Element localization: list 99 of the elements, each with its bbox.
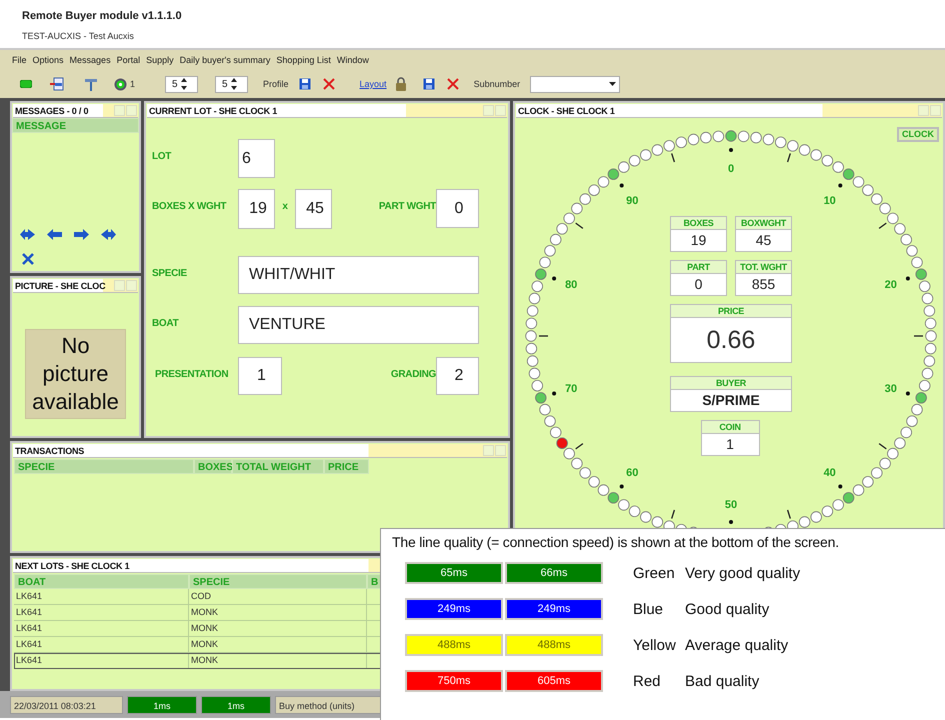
quality-description: Bad quality <box>684 672 760 690</box>
column-header: BOXES <box>194 459 232 474</box>
panel-title: TRANSACTIONS <box>14 446 86 456</box>
panel-title: NEXT LOTS - SHE CLOCK 1 <box>14 560 130 570</box>
field-label: PRESENTATION <box>154 368 230 380</box>
weight-field[interactable]: 45 <box>295 189 332 229</box>
dial-label: 60 <box>626 466 638 479</box>
ping-indicator: 249ms <box>505 598 603 620</box>
menu-item[interactable]: Daily buyer's summary <box>180 55 270 65</box>
lot-field[interactable]: 6 <box>238 139 275 178</box>
info-label: BOXES <box>671 217 726 230</box>
field-label: LOT <box>152 150 172 162</box>
table-cell: MONK <box>189 637 367 653</box>
dial-label: 0 <box>728 163 734 175</box>
menu-item[interactable]: Window <box>336 55 369 65</box>
table-cell: LK641 <box>14 605 189 621</box>
dial-label: 70 <box>565 382 578 395</box>
field-label: PART WGHT <box>378 200 436 212</box>
info-label: COIN <box>702 421 758 434</box>
dial-label: 50 <box>724 499 738 511</box>
dial-label: 20 <box>884 279 897 292</box>
info-value: 1 <box>702 434 758 455</box>
ping-indicator: 605ms <box>505 670 603 692</box>
panel-title: CURRENT LOT - SHE CLOCK 1 <box>148 106 278 116</box>
dial-label: 30 <box>884 382 897 395</box>
grading-field[interactable]: 2 <box>436 357 479 395</box>
menu-item[interactable]: Options <box>32 55 64 65</box>
column-header: TOTAL WEIGHT <box>232 459 324 474</box>
quality-description: Very good quality <box>684 564 802 582</box>
table-cell: LK641 <box>14 637 189 653</box>
menu-item[interactable]: Supply <box>146 55 174 65</box>
info-label: BUYER <box>671 377 791 390</box>
info-value: S/PRIME <box>671 390 791 411</box>
profile-label: Profile <box>263 79 289 89</box>
specie-field[interactable]: WHIT/WHIT <box>238 256 479 294</box>
field-label: BOXES X WGHT <box>152 200 228 212</box>
column-header: PRICE <box>324 459 369 474</box>
color-name: Red <box>632 672 662 690</box>
presentation-field[interactable]: 1 <box>238 357 282 395</box>
number-spinner[interactable]: 5 <box>215 76 248 92</box>
panel-title: PICTURE - SHE CLOC <box>14 280 106 290</box>
ping-indicator: 249ms <box>405 598 503 620</box>
part-weight-field[interactable]: 0 <box>436 189 479 228</box>
info-value: 855 <box>736 274 791 295</box>
info-label: PART <box>671 261 726 274</box>
column-header: BOAT <box>14 574 189 589</box>
table-cell: LK641 <box>14 621 189 637</box>
panel-title: MESSAGES - 0 / 0 <box>14 106 90 116</box>
ping-indicator: 66ms <box>505 562 603 584</box>
no-picture-text: No picture available <box>32 333 119 414</box>
ping-indicator: 1ms <box>127 696 197 714</box>
column-header: SPECIE <box>14 459 194 474</box>
table-cell: MONK <box>189 605 367 621</box>
info-value: 0.66 <box>671 318 791 362</box>
dial-label: 80 <box>565 279 578 292</box>
boxes-field[interactable]: 19 <box>238 189 275 229</box>
window-subtitle: TEST-AUCXIS - Test Aucxis <box>22 31 135 41</box>
layout-link[interactable]: Layout <box>360 79 387 89</box>
status-datetime: 22/03/2011 08:03:21 <box>10 696 123 714</box>
window-title: Remote Buyer module v1.1.1.0 <box>22 10 183 22</box>
ping-indicator: 1ms <box>201 696 271 714</box>
color-name: Green <box>632 564 673 582</box>
panel-title: CLOCK - SHE CLOCK 1 <box>517 106 616 116</box>
ping-indicator: 65ms <box>405 562 503 584</box>
table-cell: LK641 <box>14 589 189 605</box>
info-value: 45 <box>736 230 791 251</box>
column-header: MESSAGE <box>12 118 139 133</box>
multiply-sign: x <box>281 200 289 212</box>
ping-indicator: 750ms <box>405 670 503 692</box>
quality-description: Good quality <box>684 600 770 618</box>
field-label: GRADING <box>390 368 436 380</box>
info-label: PRICE <box>671 305 791 318</box>
menu-item[interactable]: File <box>12 55 27 65</box>
table-cell: MONK <box>189 621 367 637</box>
boat-field[interactable]: VENTURE <box>238 306 479 344</box>
info-value: 0 <box>671 274 726 295</box>
table-cell: LK641 <box>14 653 189 669</box>
menu-item[interactable]: Messages <box>70 55 111 65</box>
column-header: SPECIE <box>189 574 367 589</box>
quality-description: Average quality <box>684 636 790 654</box>
field-label: SPECIE <box>152 267 188 279</box>
menu-item[interactable]: Portal <box>116 55 140 65</box>
ping-indicator: 488ms <box>505 634 603 656</box>
table-cell: COD <box>189 589 367 605</box>
table-cell: MONK <box>189 653 367 669</box>
info-value: 19 <box>671 230 726 251</box>
subnumber-label: Subnumber <box>474 79 520 89</box>
number-spinner[interactable]: 5 <box>165 76 198 92</box>
dial-label: 10 <box>824 195 836 208</box>
ping-indicator: 488ms <box>405 634 503 656</box>
field-label: BOAT <box>152 317 180 329</box>
menu-item[interactable]: Shopping List <box>276 55 331 65</box>
dial-label: 40 <box>824 466 836 479</box>
color-name: Blue <box>632 600 664 618</box>
dial-label: 90 <box>626 195 638 208</box>
info-label: BOXWGHT <box>736 217 791 230</box>
legend-caption: The line quality (= connection speed) is shown at the bottom of the screen. <box>391 533 840 550</box>
clock-count: 1 <box>130 79 136 89</box>
info-label: TOT. WGHT <box>736 261 791 274</box>
